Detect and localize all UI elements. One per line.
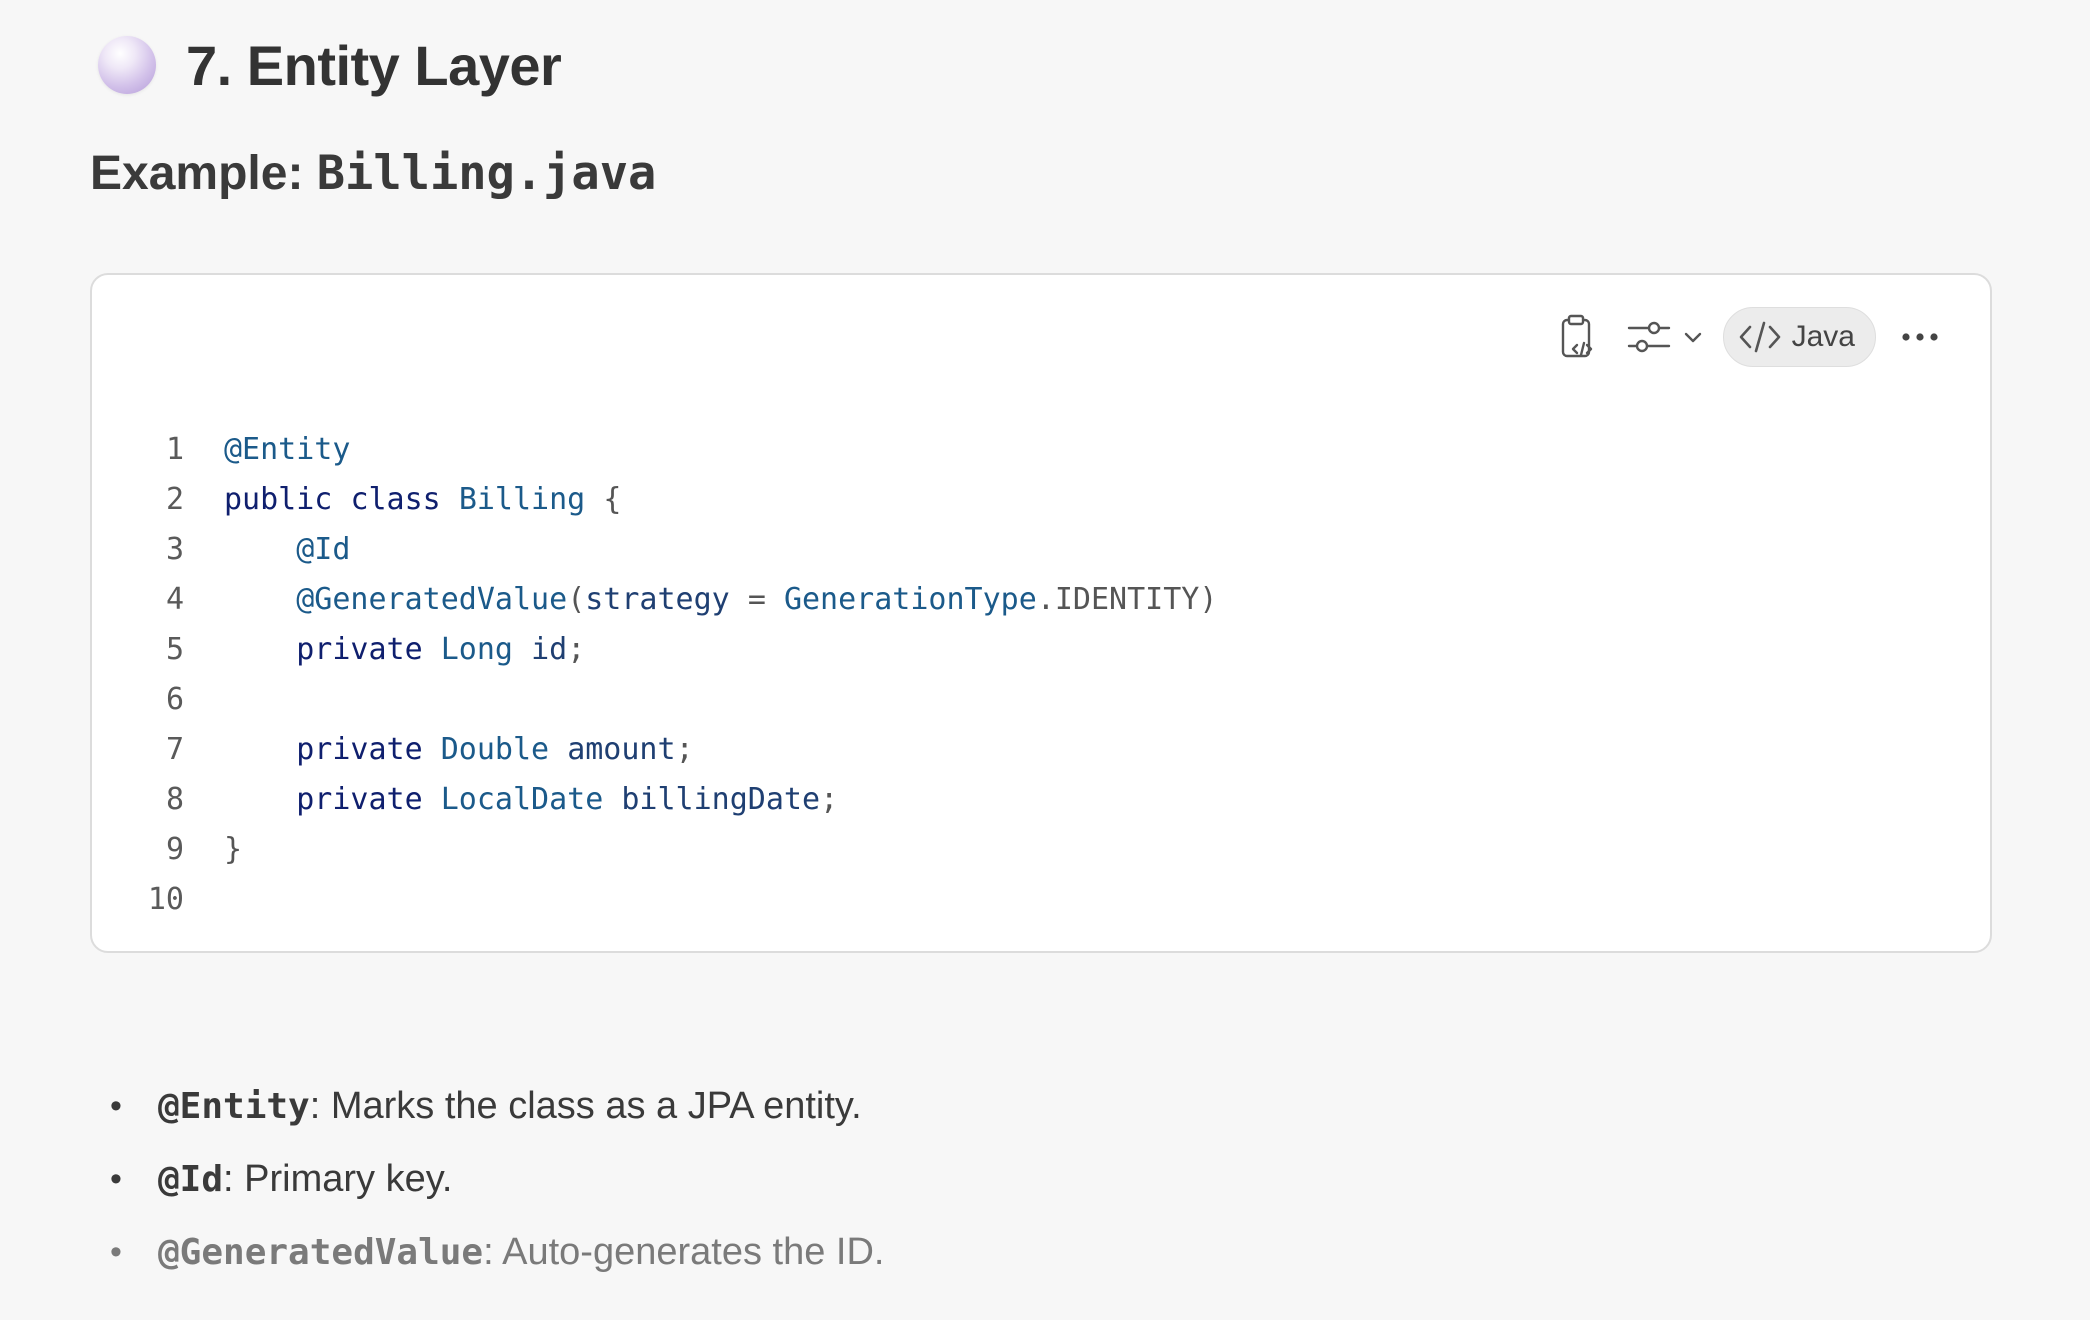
token-punctuation: . bbox=[1036, 582, 1055, 617]
list-item-code: @Id bbox=[158, 1159, 224, 1200]
code-line: 3 @Id bbox=[92, 525, 1217, 575]
sliders-icon bbox=[1623, 311, 1675, 363]
line-source: @GeneratedValue(strategy = GenerationTyp… bbox=[184, 575, 1217, 625]
token-punctuation: ) bbox=[1199, 582, 1218, 617]
section-header: 7. Entity Layer bbox=[98, 24, 562, 106]
token-annotation: @Id bbox=[296, 532, 351, 567]
line-source: public class Billing { bbox=[184, 475, 621, 525]
token-identifier: billingDate bbox=[621, 782, 821, 817]
list-item-text: : Marks the class as a JPA entity. bbox=[309, 1085, 862, 1127]
bullet-dot-icon: • bbox=[110, 1160, 122, 1198]
code-line: 7 private Double amount; bbox=[92, 725, 1217, 775]
token-keyword: private bbox=[296, 632, 423, 667]
list-item-text: : Primary key. bbox=[223, 1158, 453, 1200]
bullet-dot-icon: • bbox=[110, 1087, 122, 1125]
line-number: 8 bbox=[165, 782, 184, 817]
token-identifier: id bbox=[531, 632, 568, 667]
code-brackets-icon bbox=[1739, 321, 1780, 353]
code-line: 9} bbox=[92, 825, 1217, 875]
line-number: 4 bbox=[165, 582, 184, 617]
code-line: 1 @Entity bbox=[92, 425, 1217, 475]
bullet-dot-icon: • bbox=[110, 1233, 122, 1271]
token-type: Double bbox=[440, 732, 550, 767]
section-title: 7. Entity Layer bbox=[186, 33, 562, 97]
token-annotation: @Entity bbox=[224, 432, 351, 467]
code-line: 10 bbox=[92, 875, 1217, 925]
sphere-icon bbox=[98, 36, 156, 94]
language-selector[interactable]: Java bbox=[1722, 307, 1876, 367]
line-number: 9 bbox=[165, 832, 184, 867]
annotation-list: • @Entity: Marks the class as a JPA entit… bbox=[110, 1070, 884, 1289]
token-annotation: @GeneratedValue bbox=[296, 582, 568, 617]
line-source bbox=[184, 675, 224, 725]
token-punctuation: } bbox=[224, 832, 243, 867]
token-keyword: private bbox=[296, 732, 423, 767]
code-toolbar: Java bbox=[1553, 307, 1946, 367]
token-keyword: class bbox=[350, 482, 441, 517]
example-filename: Billing.java bbox=[316, 146, 657, 201]
token-operator: = bbox=[747, 582, 766, 617]
line-number: 1 bbox=[165, 432, 184, 467]
token-constant: IDENTITY bbox=[1054, 582, 1200, 617]
token-punctuation: ; bbox=[820, 782, 839, 817]
line-number: 5 bbox=[165, 632, 184, 667]
token-keyword: private bbox=[296, 782, 423, 817]
example-heading: Example: Billing.java bbox=[90, 146, 656, 201]
more-options-button[interactable] bbox=[1894, 311, 1946, 363]
line-source: } bbox=[184, 825, 242, 875]
line-source bbox=[184, 875, 224, 925]
code-line: 8 private LocalDate billingDate; bbox=[92, 775, 1217, 825]
example-heading-prefix: Example: bbox=[90, 147, 317, 200]
format-options-button[interactable] bbox=[1623, 311, 1705, 363]
token-punctuation: ; bbox=[675, 732, 694, 767]
token-identifier: strategy bbox=[585, 582, 730, 617]
token-keyword: public bbox=[224, 482, 333, 517]
token-punctuation: { bbox=[603, 482, 622, 517]
line-number: 6 bbox=[165, 682, 184, 717]
line-source: private Long id; bbox=[184, 625, 585, 675]
code-content: 1 @Entity 2 public class Billing { 3 @Id 4… bbox=[92, 425, 1218, 925]
line-source: private LocalDate billingDate; bbox=[184, 775, 838, 825]
token-type: LocalDate bbox=[440, 782, 604, 817]
copy-code-button[interactable] bbox=[1553, 311, 1605, 363]
line-number: 2 bbox=[165, 482, 184, 517]
token-punctuation: ( bbox=[567, 582, 586, 617]
clipboard-code-icon bbox=[1561, 314, 1592, 358]
token-identifier: amount bbox=[567, 732, 676, 767]
more-horizontal-icon bbox=[1902, 333, 1938, 341]
line-number: 10 bbox=[147, 882, 184, 917]
list-item: • @Entity: Marks the class as a JPA entit… bbox=[110, 1070, 884, 1143]
code-block: Java 1 @Entity 2 public class Billing { 3 … bbox=[90, 273, 1992, 953]
token-type: Long bbox=[440, 632, 513, 667]
code-line: 6 bbox=[92, 675, 1217, 725]
token-type: Billing bbox=[458, 482, 586, 517]
chevron-down-icon bbox=[1684, 332, 1701, 343]
token-punctuation: ; bbox=[567, 632, 586, 667]
code-line: 2 public class Billing { bbox=[92, 475, 1217, 525]
code-line: 5 private Long id; bbox=[92, 625, 1217, 675]
list-item-code: @GeneratedValue bbox=[158, 1232, 484, 1273]
line-number: 3 bbox=[165, 532, 184, 567]
line-source: @Entity bbox=[184, 425, 350, 475]
line-source: private Double amount; bbox=[184, 725, 694, 775]
list-item: • @GeneratedValue: Auto-generates the ID. bbox=[110, 1216, 884, 1289]
list-item: • @Id: Primary key. bbox=[110, 1143, 884, 1216]
list-item-code: @Entity bbox=[158, 1086, 310, 1127]
code-line: 4 @GeneratedValue(strategy = GenerationT… bbox=[92, 575, 1218, 625]
line-source: @Id bbox=[184, 525, 350, 575]
token-type: GenerationType bbox=[783, 582, 1037, 617]
language-label: Java bbox=[1791, 320, 1855, 353]
line-number: 7 bbox=[165, 732, 184, 767]
list-item-text: : Auto-generates the ID. bbox=[483, 1231, 885, 1273]
